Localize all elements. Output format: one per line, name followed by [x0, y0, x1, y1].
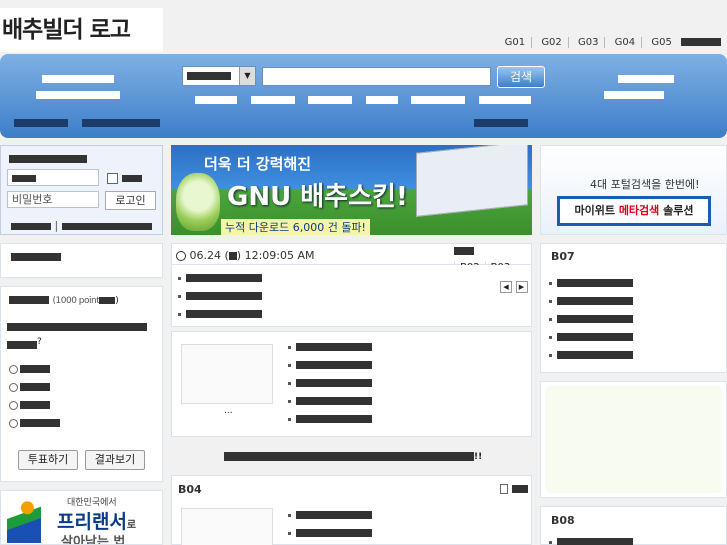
runner-icon	[7, 499, 41, 543]
screenshot-thumbnail	[416, 145, 528, 217]
top-nav-g03[interactable]: G03	[571, 37, 606, 48]
board-b08-title[interactable]: B08	[551, 514, 575, 527]
board-b07: B07	[540, 243, 727, 373]
search-input[interactable]	[262, 67, 491, 86]
ad-line2-box: 마이위트 메타검색 솔루션	[557, 196, 711, 226]
poll-option-radio[interactable]	[9, 382, 18, 392]
banner-left-text	[36, 72, 120, 99]
top-nav-g05[interactable]: G05	[645, 37, 677, 48]
notice-text[interactable]: !!	[224, 449, 482, 462]
poll-question: ?	[7, 320, 157, 349]
list-item[interactable]	[288, 410, 372, 428]
top-nav-g01[interactable]: G01	[498, 37, 533, 48]
left-mini-panel	[0, 243, 163, 278]
menu-link[interactable]	[365, 96, 398, 104]
list-item[interactable]	[549, 274, 633, 292]
find-account-link[interactable]	[61, 222, 152, 230]
list-item[interactable]	[549, 310, 633, 328]
board-b08: B08	[540, 506, 727, 545]
list-item[interactable]	[288, 506, 372, 524]
signup-link[interactable]	[11, 222, 51, 230]
banner-line3: 누적 다운로드 6,000 건 돌파!	[221, 219, 370, 235]
list-item[interactable]	[178, 269, 262, 287]
gallery-board: ...	[171, 331, 532, 437]
banner-tail-text: 살아남는 법	[61, 535, 126, 545]
banner-line2: GNU 배추스킨!	[227, 182, 408, 212]
list-item[interactable]	[549, 346, 633, 364]
login-panel: 비밀번호 로고인 |	[0, 145, 163, 235]
poll-option-radio[interactable]	[9, 364, 18, 374]
poll-panel: (1000 point) ? 투표하기 결과보기	[0, 286, 163, 482]
banner-bottom-right	[474, 116, 528, 129]
banner-right-text	[604, 72, 674, 99]
ad-line1: 4대 포털검색을 한번에!	[590, 178, 700, 191]
board-b04-thumbnail[interactable]	[181, 508, 273, 545]
list-item[interactable]	[178, 287, 262, 305]
gallery-caption: ...	[224, 406, 233, 416]
remember-checkbox[interactable]	[107, 172, 118, 184]
gnu-skin-banner[interactable]: 더욱 더 강력해진 GNU 배추스킨! 누적 다운로드 6,000 건 돌파!	[171, 145, 532, 235]
datetime-bar: 06.24 () 12:09:05 AM B02B03	[171, 243, 532, 273]
view-results-button[interactable]: 결과보기	[85, 450, 145, 470]
banner-bottom-left	[14, 116, 160, 129]
site-logo[interactable]: 배추빌더 로고	[0, 8, 163, 52]
menu-link[interactable]	[195, 96, 237, 104]
clock-icon	[176, 251, 186, 261]
list-item[interactable]	[288, 392, 372, 410]
list-item[interactable]	[549, 328, 633, 346]
menu-link[interactable]	[478, 96, 531, 104]
top-nav-g04[interactable]: G04	[608, 37, 643, 48]
login-button[interactable]: 로고인	[105, 191, 156, 210]
meta-search-banner[interactable]: 4대 포털검색을 한번에! 마이위트 메타검색 솔루션	[540, 145, 727, 235]
tab-b01[interactable]	[454, 247, 474, 255]
poll-point: (1000 point	[52, 296, 100, 306]
freelancer-banner[interactable]: 대한민국에서 프리랜서로 살아남는 법	[0, 490, 163, 545]
search-button[interactable]: 검색	[497, 66, 545, 88]
banner-big-text: 프리랜서로	[57, 511, 137, 533]
banner-line1: 더욱 더 강력해진	[204, 155, 312, 173]
poll-option-radio[interactable]	[9, 418, 18, 428]
document-icon	[500, 484, 508, 494]
list-item[interactable]	[288, 356, 372, 374]
top-nav-extra[interactable]	[681, 38, 721, 46]
prev-icon[interactable]: ◀	[500, 281, 512, 293]
next-icon[interactable]: ▶	[515, 281, 528, 293]
menu-link[interactable]	[308, 96, 352, 104]
list-item[interactable]	[288, 374, 372, 392]
user-id-input[interactable]	[7, 169, 99, 186]
board-b07-title[interactable]: B07	[551, 250, 575, 263]
menu-link[interactable]	[250, 96, 295, 104]
list-item[interactable]	[288, 338, 372, 356]
list-item[interactable]	[178, 305, 262, 323]
chevron-down-icon[interactable]: ▼	[239, 67, 255, 85]
list-item[interactable]	[549, 292, 633, 310]
search-category-select[interactable]: ▼	[182, 66, 256, 86]
vote-button[interactable]: 투표하기	[18, 450, 78, 470]
board-list-1: ◀ ▶	[171, 265, 532, 327]
password-input[interactable]: 비밀번호	[7, 191, 99, 208]
gallery-thumbnail[interactable]	[181, 344, 273, 404]
side-ad-box	[540, 381, 727, 498]
top-nav: G01 G02 G03 G04 G05	[498, 37, 721, 48]
list-item[interactable]	[288, 524, 372, 542]
board-b04-title[interactable]: B04	[178, 483, 202, 496]
menu-link[interactable]	[411, 96, 465, 104]
cabbage-icon	[176, 173, 220, 231]
board-b04: B04	[171, 475, 532, 545]
banner-menu-links	[195, 93, 531, 106]
poll-option-radio[interactable]	[9, 400, 18, 410]
top-nav-g02[interactable]: G02	[535, 37, 569, 48]
